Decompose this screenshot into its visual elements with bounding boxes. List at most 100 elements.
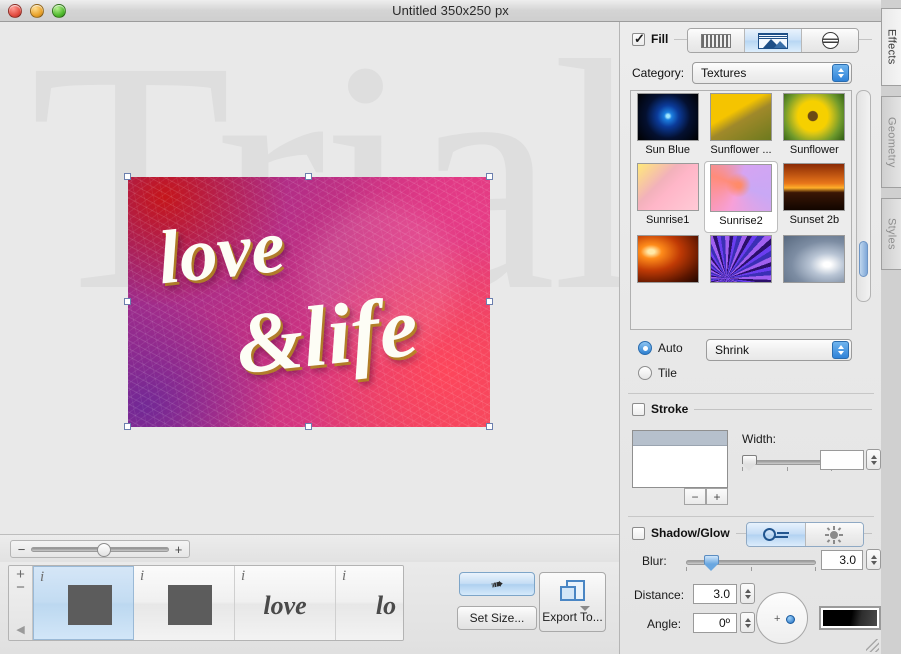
fill-type-image[interactable] — [745, 29, 802, 52]
zoom-in-icon[interactable]: + — [174, 543, 183, 556]
list-item[interactable]: i lo — [336, 566, 403, 640]
chevron-updown-icon[interactable] — [832, 64, 849, 82]
stroke-color-well[interactable]: − + — [632, 430, 728, 505]
export-to-button[interactable]: Export To... — [539, 572, 606, 632]
texture-cell-sunset-2b[interactable]: Sunset 2b — [778, 161, 851, 233]
scrollbar-thumb[interactable] — [859, 241, 868, 277]
texture-cell-sunrise1[interactable]: Sunrise1 — [631, 161, 704, 233]
auto-radio-row[interactable]: Auto — [638, 341, 683, 355]
pointer-tool-button[interactable]: ➠ — [459, 572, 535, 596]
texture-cell-purple-rays[interactable] — [704, 233, 777, 283]
texture-thumbnail — [710, 164, 772, 212]
stroke-width-slider[interactable] — [742, 454, 832, 471]
selection-handle-n[interactable] — [305, 173, 312, 180]
distance-value-field[interactable]: 3.0 — [693, 584, 737, 604]
zoom-slider-knob[interactable] — [97, 542, 112, 557]
texture-thumbnail — [783, 163, 846, 211]
remove-layer-button[interactable]: − — [16, 580, 25, 595]
texture-thumbnail — [783, 235, 846, 283]
auto-mode-select[interactable]: Shrink — [706, 339, 852, 361]
dial-handle[interactable] — [786, 615, 795, 624]
shadow-color-well[interactable] — [819, 606, 881, 630]
fill-type-segmented-control[interactable] — [687, 28, 859, 53]
texture-label: Sunrise1 — [645, 214, 690, 226]
angle-value-field[interactable]: 0º — [693, 613, 737, 633]
texture-thumbnail — [636, 163, 699, 211]
shadow-mode-glow[interactable] — [804, 523, 863, 546]
shadow-mode-drop-shadow[interactable] — [747, 523, 805, 546]
fill-type-sphere[interactable] — [802, 29, 858, 52]
category-select[interactable]: Textures — [692, 62, 852, 84]
angle-dial[interactable]: + — [756, 592, 808, 644]
texture-cell-sunset-3[interactable] — [631, 233, 704, 283]
selection-handle-se[interactable] — [486, 423, 493, 430]
layer-info-icon[interactable]: i — [241, 568, 245, 585]
tab-effects-label: Effects — [885, 29, 898, 65]
resize-grip[interactable] — [866, 639, 879, 652]
canvas-area[interactable]: Trial love &life — [0, 22, 619, 534]
selection-handle-s[interactable] — [305, 423, 312, 430]
zoom-slider[interactable]: − + — [10, 540, 190, 558]
stroke-color-remove-button[interactable]: − — [684, 488, 706, 505]
stroke-width-field[interactable] — [820, 450, 864, 470]
shadow-glow-checkbox[interactable] — [632, 526, 645, 540]
stroke-color-stepper[interactable]: − + — [684, 488, 728, 505]
stroke-width-stepper[interactable] — [866, 449, 881, 470]
blur-value-field[interactable]: 3.0 — [821, 550, 863, 570]
texture-cell-sun-blue[interactable]: Sun Blue — [631, 91, 704, 161]
fill-checkbox[interactable] — [632, 31, 645, 47]
auto-label: Auto — [658, 341, 683, 355]
stroke-checkbox[interactable] — [632, 402, 645, 416]
category-value: Textures — [701, 66, 747, 80]
stroke-color-add-button[interactable]: + — [706, 488, 728, 505]
tab-styles[interactable]: Styles — [881, 198, 901, 270]
selection-handle-w[interactable] — [124, 298, 131, 305]
texture-grid[interactable]: Stripes3 Stripes4 Stripes5 Sun Blue — [630, 90, 852, 330]
tab-effects[interactable]: Effects — [881, 8, 901, 86]
effects-inspector: Fill Category: Textures — [619, 22, 881, 654]
texture-cell-smoke[interactable] — [778, 233, 851, 283]
texture-cell-sunrise2[interactable]: Sunrise2 — [704, 161, 778, 233]
layer-text-label: love — [263, 591, 307, 620]
export-icon — [558, 578, 590, 611]
texture-thumbnail — [783, 93, 846, 141]
app-window: Untitled 350x250 px Trial love &life − + — [0, 0, 901, 654]
tile-radio-row[interactable]: Tile — [638, 366, 677, 380]
shadow-mode-segmented-control[interactable] — [746, 522, 864, 547]
window-title: Untitled 350x250 px — [392, 3, 509, 18]
filmstrip-prev-button[interactable]: ◀ — [16, 623, 24, 636]
fill-type-gradient-stripes[interactable] — [688, 29, 745, 52]
selection-handle-nw[interactable] — [124, 173, 131, 180]
stroke-color-swatch[interactable] — [632, 430, 728, 488]
tile-radio[interactable] — [638, 366, 652, 380]
zoom-out-icon[interactable]: − — [17, 543, 26, 556]
list-item[interactable]: i love — [235, 566, 336, 640]
layer-thumbnail — [67, 585, 112, 625]
selection-handle-e[interactable] — [486, 298, 493, 305]
texture-thumbnail — [709, 235, 772, 283]
layer-info-icon[interactable]: i — [40, 569, 44, 586]
slider-knob[interactable] — [704, 555, 719, 571]
list-item[interactable]: i — [33, 566, 134, 640]
artboard-text-line1: love — [153, 203, 289, 301]
layer-info-icon[interactable]: i — [140, 568, 144, 585]
set-size-button[interactable]: Set Size... — [457, 606, 537, 630]
blur-stepper[interactable] — [866, 549, 881, 570]
zoom-slider-track[interactable] — [31, 542, 169, 557]
angle-stepper[interactable] — [740, 612, 755, 633]
chevron-updown-icon[interactable] — [832, 341, 849, 359]
title-bar: Untitled 350x250 px — [0, 0, 901, 22]
distance-stepper[interactable] — [740, 583, 755, 604]
texture-cell-sunflower-2[interactable]: Sunflower ... — [704, 91, 777, 161]
texture-grid-scrollbar[interactable] — [856, 90, 871, 302]
slider-knob[interactable] — [742, 455, 757, 471]
auto-radio[interactable] — [638, 341, 652, 355]
blur-slider[interactable] — [686, 554, 816, 571]
artboard-image[interactable]: love &life — [128, 177, 490, 427]
tab-geometry[interactable]: Geometry — [881, 96, 901, 188]
selection-handle-ne[interactable] — [486, 173, 493, 180]
texture-cell-sunflower[interactable]: Sunflower — [778, 91, 851, 161]
layer-info-icon[interactable]: i — [342, 568, 346, 585]
selection-handle-sw[interactable] — [124, 423, 131, 430]
list-item[interactable]: i — [134, 566, 235, 640]
